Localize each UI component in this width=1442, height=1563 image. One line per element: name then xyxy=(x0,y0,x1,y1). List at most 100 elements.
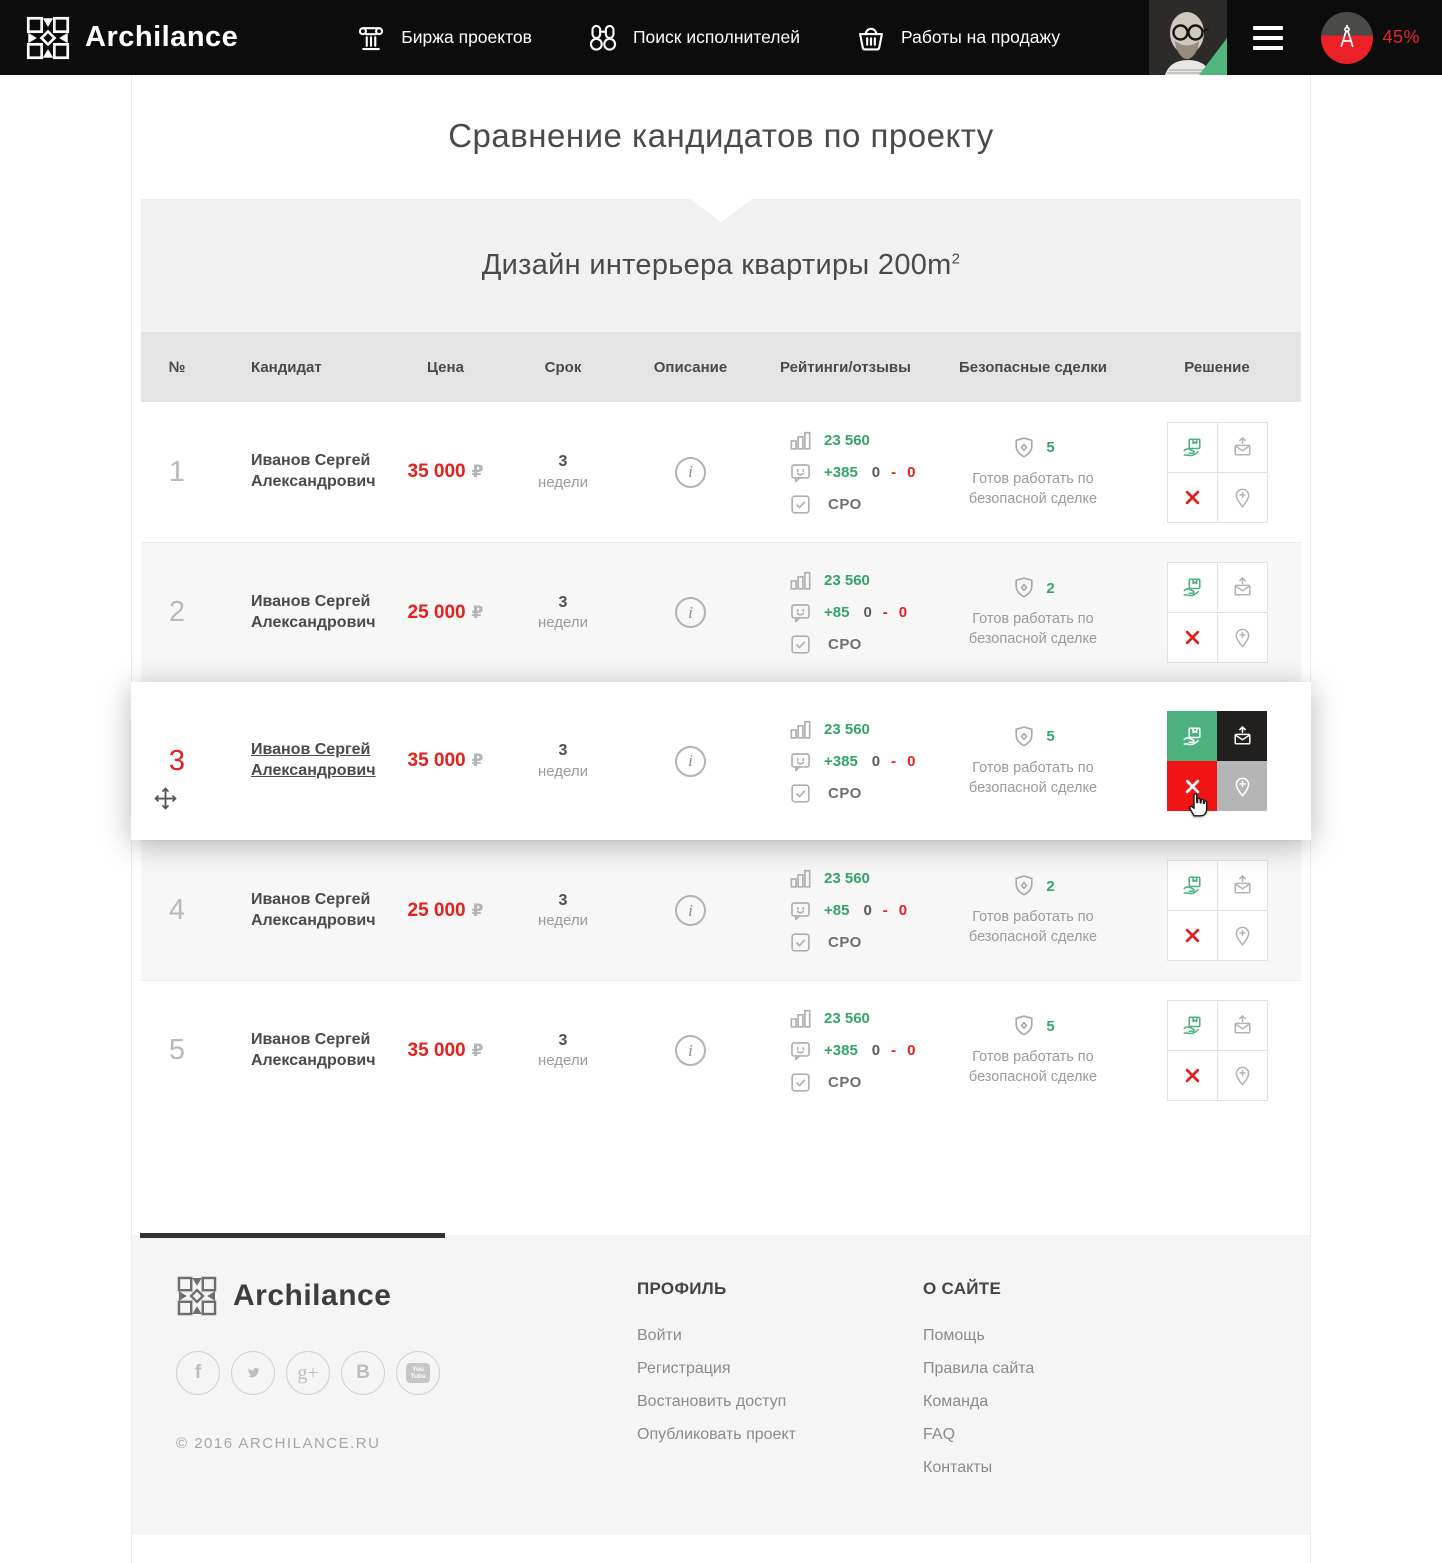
info-icon[interactable]: i xyxy=(675,895,706,926)
send-message-button[interactable] xyxy=(1218,861,1267,910)
project-band: Дизайн интерьера квартиры 200m2 xyxy=(141,199,1301,332)
footer-link-help[interactable]: Помощь xyxy=(923,1324,1034,1348)
description-cell: i xyxy=(623,841,758,980)
footer-link-login[interactable]: Войти xyxy=(637,1324,923,1348)
info-icon[interactable]: i xyxy=(675,597,706,628)
nav-item-search-performers[interactable]: Поиск исполнителей xyxy=(586,21,800,55)
reject-candidate-button[interactable] xyxy=(1168,473,1217,522)
hire-candidate-button[interactable] xyxy=(1168,1001,1217,1050)
table-row: 1 Иванов Сергей Александрович 35 000₽ 3н… xyxy=(141,402,1301,542)
menu-icon[interactable] xyxy=(1253,26,1283,50)
col-header-deals: Безопасные сделки xyxy=(933,359,1133,376)
google-plus-icon[interactable]: g+ xyxy=(286,1351,330,1395)
price-cell: 35 000₽ xyxy=(388,402,503,542)
candidates-table: 1 Иванов Сергей Александрович 35 000₽ 3н… xyxy=(141,402,1301,1120)
term-cell: 3недели xyxy=(503,981,623,1120)
band-notch xyxy=(690,199,752,222)
info-icon[interactable]: i xyxy=(675,746,706,777)
deal-text: Готов работать по безопасной сделке xyxy=(949,610,1117,649)
profile-completion-badge[interactable] xyxy=(1321,12,1373,64)
sro-status: СРО xyxy=(788,492,862,517)
sro-status: СРО xyxy=(788,632,862,657)
send-message-button[interactable] xyxy=(1218,563,1267,612)
location-pin-button[interactable] xyxy=(1218,911,1267,960)
send-message-button[interactable] xyxy=(1218,1001,1267,1050)
hire-candidate-button[interactable] xyxy=(1168,861,1217,910)
location-pin-button[interactable] xyxy=(1217,761,1267,811)
table-row: 2 Иванов Сергей Александрович 25 000₽ 3н… xyxy=(141,542,1301,682)
brand-logo[interactable]: Archilance xyxy=(25,15,238,61)
send-message-icon xyxy=(1231,725,1254,748)
ratings-cell: 23 560 +385 0 - 0 СРО xyxy=(758,682,933,840)
description-cell: i xyxy=(623,402,758,542)
nav-label: Работы на продажу xyxy=(901,27,1060,48)
page-title: Сравнение кандидатов по проекту xyxy=(141,75,1301,199)
views-rating: 23 560 xyxy=(788,1006,870,1031)
youtube-icon[interactable]: YouTube xyxy=(396,1351,440,1395)
views-rating: 23 560 xyxy=(788,568,870,593)
location-pin-button[interactable] xyxy=(1218,1051,1267,1100)
footer-link-restore-access[interactable]: Востановить доступ xyxy=(637,1390,923,1414)
footer-link-faq[interactable]: FAQ xyxy=(923,1423,1034,1447)
footer-logo[interactable]: Archilance xyxy=(176,1275,637,1317)
term-value: 3 xyxy=(559,451,568,473)
description-cell: i xyxy=(623,981,758,1120)
send-message-icon xyxy=(1231,436,1254,459)
location-pin-plus-icon xyxy=(1231,775,1254,798)
footer-link-publish-project[interactable]: Опубликовать проект xyxy=(637,1423,923,1447)
twitter-icon[interactable] xyxy=(231,1351,275,1395)
col-header-description: Описание xyxy=(623,359,758,376)
footer-link-register[interactable]: Регистрация xyxy=(637,1357,923,1381)
shield-icon xyxy=(1011,724,1037,750)
candidate-name-link[interactable]: Иванов Сергей Александрович xyxy=(251,451,381,493)
avatar-photo xyxy=(1149,0,1227,75)
nav-item-works-for-sale[interactable]: Работы на продажу xyxy=(854,21,1060,55)
footer-about-column: О САЙТЕ Помощь Правила сайта Команда FAQ… xyxy=(923,1275,1034,1489)
candidate-cell: Иванов Сергей Александрович xyxy=(213,841,388,980)
term-unit: недели xyxy=(538,1051,588,1071)
location-pin-button[interactable] xyxy=(1218,613,1267,662)
term-unit: недели xyxy=(538,613,588,633)
social-links: f g+ B YouTube xyxy=(176,1351,637,1395)
ruble-sign: ₽ xyxy=(472,603,484,623)
term-cell: 3недели xyxy=(503,682,623,840)
vk-icon[interactable]: B xyxy=(341,1351,385,1395)
reject-candidate-button[interactable] xyxy=(1168,911,1217,960)
candidate-name-link[interactable]: Иванов Сергей Александрович xyxy=(251,1030,381,1072)
info-icon[interactable]: i xyxy=(675,457,706,488)
decision-cell xyxy=(1133,543,1301,682)
term-unit: недели xyxy=(538,911,588,931)
reject-candidate-button[interactable] xyxy=(1168,613,1217,662)
deal-rating: 5 xyxy=(1011,724,1054,750)
footer-link-site-rules[interactable]: Правила сайта xyxy=(923,1357,1034,1381)
candidate-name-link[interactable]: Иванов Сергей Александрович xyxy=(251,890,381,932)
bar-chart-icon xyxy=(788,428,813,453)
nav-item-projects-exchange[interactable]: Биржа проектов xyxy=(354,21,532,55)
reject-candidate-button[interactable] xyxy=(1168,1051,1217,1100)
candidate-name-link[interactable]: Иванов Сергей Александрович xyxy=(251,592,381,634)
footer-accent-bar xyxy=(140,1233,445,1238)
reviews-rating: +385 0 - 0 xyxy=(788,460,915,485)
footer-link-contacts[interactable]: Контакты xyxy=(923,1456,1034,1480)
user-avatar[interactable] xyxy=(1149,0,1227,75)
send-message-button[interactable] xyxy=(1217,711,1267,761)
drag-move-icon[interactable] xyxy=(153,786,178,811)
footer-link-team[interactable]: Команда xyxy=(923,1390,1034,1414)
main-nav: Биржа проектов Поиск исполнителей Работы… xyxy=(354,21,1060,55)
col-header-decision: Решение xyxy=(1133,359,1301,376)
hire-candidate-button[interactable] xyxy=(1168,423,1217,472)
candidate-name-link[interactable]: Иванов Сергей Александрович xyxy=(251,740,381,782)
reject-x-icon xyxy=(1181,924,1204,947)
send-message-button[interactable] xyxy=(1218,423,1267,472)
facebook-icon[interactable]: f xyxy=(176,1351,220,1395)
info-icon[interactable]: i xyxy=(675,1035,706,1066)
profile-completion-percent: 45% xyxy=(1382,27,1420,48)
price-value: 35 000₽ xyxy=(408,750,484,772)
location-pin-button[interactable] xyxy=(1218,473,1267,522)
sro-status: СРО xyxy=(788,930,862,955)
description-cell: i xyxy=(623,543,758,682)
hire-candidate-button[interactable] xyxy=(1167,711,1217,761)
checkbox-icon xyxy=(788,492,813,517)
reject-candidate-button[interactable] xyxy=(1167,761,1217,811)
hire-candidate-button[interactable] xyxy=(1168,563,1217,612)
